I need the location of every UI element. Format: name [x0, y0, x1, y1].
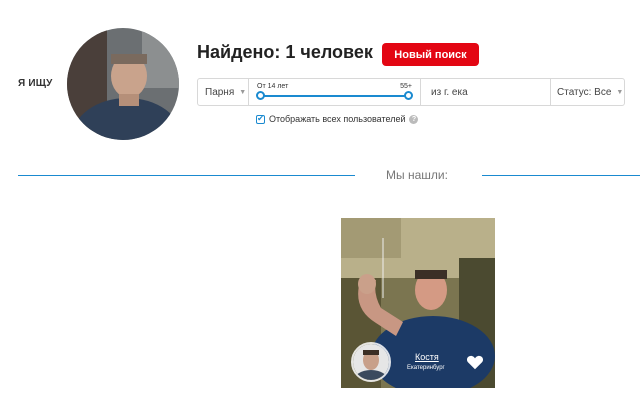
my-avatar-photo: [67, 28, 179, 140]
result-name-link[interactable]: Костя: [415, 352, 439, 362]
result-card[interactable]: Костя Екатеринбург: [341, 218, 495, 388]
new-search-button[interactable]: Новый поиск: [382, 43, 479, 66]
chevron-down-icon: ▼: [239, 88, 247, 96]
result-avatar[interactable]: [351, 342, 391, 382]
gender-select[interactable]: Парня ▼: [198, 79, 249, 105]
show-all-checkbox[interactable]: ✔: [256, 114, 265, 124]
age-min-handle[interactable]: [256, 91, 265, 100]
found-count-title: Найдено: 1 человек: [197, 42, 373, 62]
my-avatar[interactable]: [67, 28, 179, 140]
help-icon[interactable]: ?: [409, 114, 419, 124]
city-input-value: из г. ека: [431, 86, 468, 98]
heart-icon[interactable]: [466, 354, 484, 370]
result-avatar-photo: [353, 344, 389, 380]
gender-select-value: Парня: [205, 86, 235, 98]
age-from-label: От 14 лет: [257, 83, 289, 90]
age-range-slider[interactable]: От 14 лет 55+: [249, 79, 421, 105]
age-slider-track: [260, 95, 409, 97]
status-select[interactable]: Статус: Все ▼: [551, 79, 624, 105]
checkmark-icon: ✔: [257, 114, 264, 123]
city-input[interactable]: из г. ека: [421, 79, 551, 105]
search-filter-bar: Парня ▼ От 14 лет 55+ из г. ека Статус: …: [197, 78, 625, 106]
results-heading: Мы нашли:: [386, 168, 448, 182]
divider-right: [482, 175, 640, 176]
seek-label: Я ИЩУ: [18, 78, 53, 89]
age-to-label: 55+: [400, 83, 412, 90]
show-all-users-option[interactable]: ✔ Отображать всех пользователей ?: [256, 114, 419, 124]
age-max-handle[interactable]: [404, 91, 413, 100]
show-all-label: Отображать всех пользователей: [269, 114, 406, 124]
divider-left: [18, 175, 355, 176]
result-city: Екатеринбург: [407, 365, 445, 371]
status-select-value: Статус: Все: [557, 86, 612, 98]
chevron-down-icon: ▼: [616, 88, 624, 96]
